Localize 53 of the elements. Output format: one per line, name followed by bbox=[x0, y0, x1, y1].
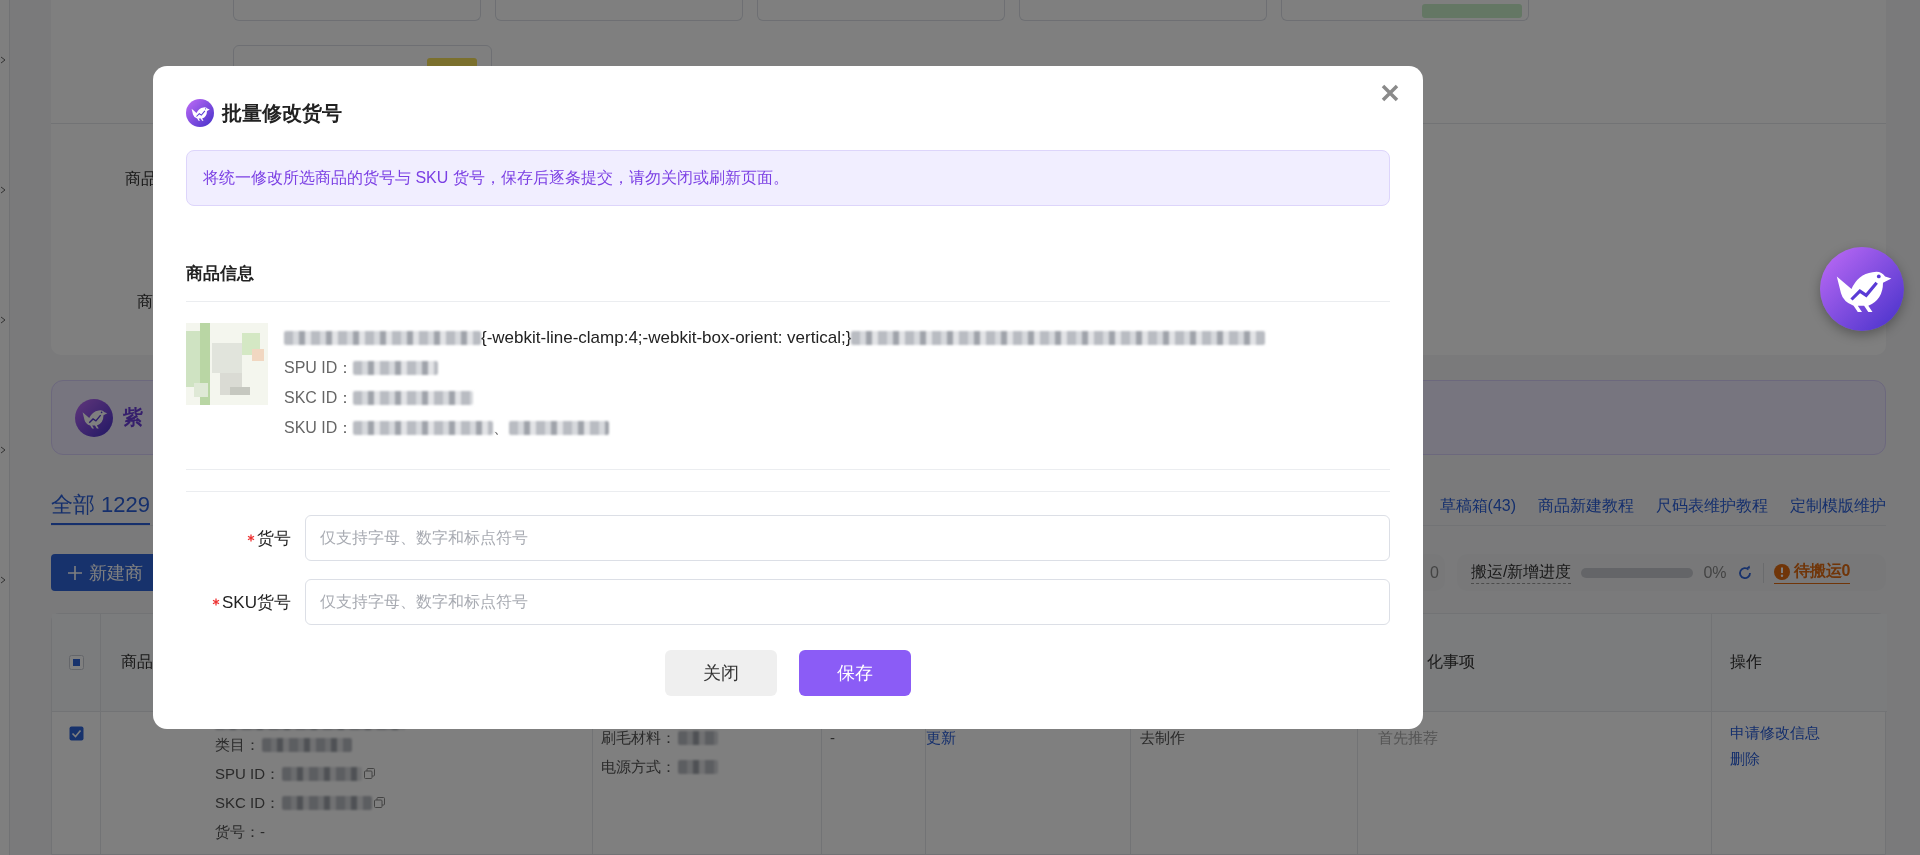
link[interactable]: 定制模版维护 bbox=[1790, 495, 1886, 517]
chevron-icon bbox=[0, 575, 8, 585]
field-label: 货号 bbox=[257, 527, 291, 550]
blurred-text bbox=[678, 730, 718, 745]
link[interactable]: 商品新建教程 bbox=[1538, 495, 1634, 517]
sku-label: SKU ID： bbox=[284, 418, 354, 438]
save-button[interactable]: 保存 bbox=[799, 650, 911, 696]
blurred-text bbox=[678, 759, 718, 774]
field-label: SKU货号 bbox=[222, 591, 291, 614]
close-icon[interactable] bbox=[1380, 83, 1400, 103]
chevron-icon bbox=[0, 55, 8, 65]
alert-icon bbox=[1773, 563, 1790, 580]
input-field[interactable]: 仅支持字母、数字和标点符号 bbox=[305, 515, 1390, 561]
checkbox[interactable] bbox=[68, 655, 84, 670]
chevron-icon bbox=[0, 185, 8, 195]
column-header: 操作 bbox=[1730, 652, 1762, 672]
table-cell-text: 电源方式： bbox=[601, 757, 676, 777]
column-header: 商品 bbox=[121, 652, 153, 672]
chevron-icon bbox=[0, 315, 8, 325]
refresh-icon[interactable] bbox=[1736, 564, 1753, 581]
pending-link[interactable]: 待搬运0 bbox=[1773, 561, 1851, 584]
copy-icon[interactable] bbox=[374, 797, 385, 808]
link[interactable]: 草稿箱(43) bbox=[1439, 495, 1516, 517]
checkbox[interactable] bbox=[68, 726, 84, 741]
close-button[interactable]: 关闭 bbox=[665, 650, 777, 696]
spu-label: SPU ID： bbox=[284, 358, 354, 378]
banner-title: 紫 bbox=[123, 405, 143, 430]
link[interactable]: 尺码表维护教程 bbox=[1656, 495, 1768, 517]
table-cell-text: SKC ID： bbox=[215, 793, 280, 813]
action-link[interactable]: 删除 bbox=[1730, 746, 1887, 772]
bird-logo-icon bbox=[75, 398, 113, 437]
tab[interactable]: 全部 1229 bbox=[51, 487, 151, 525]
filter-label: 商 bbox=[137, 292, 153, 312]
chevron-icon bbox=[0, 445, 8, 455]
bird-logo-icon bbox=[186, 99, 214, 127]
table-cell-text: 刷毛材料： bbox=[601, 728, 676, 748]
product-title: {-webkit-line-clamp:4;-webkit-box-orient: vertical;} bbox=[481, 328, 852, 348]
column-header: 化事项 bbox=[1427, 652, 1475, 672]
skc-label: SKC ID： bbox=[284, 388, 354, 408]
separator-text: 、 bbox=[493, 418, 510, 438]
table-cell-text: - bbox=[830, 728, 836, 748]
dialog-title: 批量修改货号 bbox=[222, 100, 342, 126]
notice-text: 将统一修改所选商品的货号与 SKU 货号，保存后逐条提交，请勿关闭或刷新页面。 bbox=[203, 167, 789, 188]
table-cell-text: 去制作 bbox=[1140, 728, 1186, 748]
section-title: 商品信息 bbox=[186, 264, 254, 283]
copy-icon[interactable] bbox=[364, 768, 375, 779]
input-field[interactable]: 仅支持字母、数字和标点符号 bbox=[305, 579, 1390, 625]
table-cell-text: 货号：- bbox=[215, 822, 265, 842]
action-link[interactable]: 申请修改信息 bbox=[1730, 720, 1887, 746]
table-cell-text: SPU ID： bbox=[215, 764, 280, 784]
progress-label: 搬运/新增进度 bbox=[1471, 561, 1572, 584]
table-cell-text: 类目： bbox=[215, 735, 260, 755]
plus-icon bbox=[67, 564, 83, 581]
